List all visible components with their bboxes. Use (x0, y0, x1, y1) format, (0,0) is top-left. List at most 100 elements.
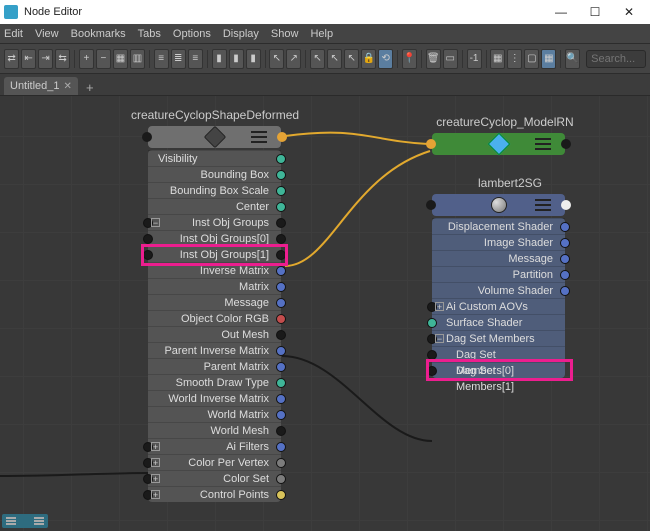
minimize-button[interactable]: — (544, 0, 578, 24)
tool-grid[interactable]: ▦ (490, 49, 505, 69)
close-button[interactable]: ✕ (612, 0, 646, 24)
attr-port-in[interactable] (143, 234, 153, 244)
attr-port-out[interactable] (276, 170, 286, 180)
maximize-button[interactable]: ☐ (578, 0, 612, 24)
node-menu-icon[interactable] (535, 199, 551, 211)
attr-port-out[interactable] (276, 186, 286, 196)
port-out-icon[interactable] (561, 139, 571, 149)
tool-zoom[interactable]: 🔍 (565, 49, 580, 69)
search-input[interactable] (586, 50, 646, 68)
node-menu-icon[interactable] (251, 131, 267, 143)
attr-port-in[interactable] (143, 250, 153, 260)
tool-cursor-3[interactable]: ↖ (344, 49, 359, 69)
node-modelrn-header[interactable] (432, 133, 565, 155)
attr-row[interactable]: Surface Shader (432, 314, 565, 330)
attr-row[interactable]: Volume Shader (432, 282, 565, 298)
port-in-icon[interactable] (426, 200, 436, 210)
attr-row[interactable]: Center (148, 198, 281, 214)
attr-port-out[interactable] (276, 490, 286, 500)
attr-port-in[interactable] (427, 318, 437, 328)
attr-port-out[interactable] (276, 266, 286, 276)
expand-toggle-icon[interactable]: + (151, 458, 160, 467)
tool-input-output[interactable]: ⇄ (4, 49, 19, 69)
expand-toggle-icon[interactable]: − (435, 334, 444, 343)
attr-row[interactable]: Bounding Box (148, 166, 281, 182)
menu-edit[interactable]: Edit (4, 28, 23, 40)
tool-snap[interactable]: ▦ (541, 49, 556, 69)
attr-row[interactable]: Inverse Matrix (148, 262, 281, 278)
panel-toggle-button[interactable] (2, 514, 48, 528)
tool-connected[interactable]: ⇆ (55, 49, 70, 69)
tool-input[interactable]: ⇤ (21, 49, 36, 69)
node-deformed-header[interactable] (148, 126, 281, 148)
attr-row[interactable]: Parent Matrix (148, 358, 281, 374)
tool-remove[interactable]: − (96, 49, 111, 69)
attr-row[interactable]: Bounding Box Scale (148, 182, 281, 198)
attr-row[interactable]: Displacement Shader (432, 218, 565, 234)
attr-row[interactable]: Partition (432, 266, 565, 282)
attr-port-out[interactable] (276, 394, 286, 404)
attr-port-out[interactable] (276, 282, 286, 292)
attr-port-out[interactable] (276, 442, 286, 452)
tool-align-r[interactable]: ≡ (188, 49, 203, 69)
attr-row[interactable]: Inst Obj Groups[0] (148, 230, 281, 246)
attr-row[interactable]: Control Points+ (148, 486, 281, 502)
node-lambert-header[interactable] (432, 194, 565, 216)
tool-align-c[interactable]: ≣ (171, 49, 186, 69)
attr-port-out[interactable] (560, 286, 570, 296)
tool-cursor-1[interactable]: ↖ (310, 49, 325, 69)
attr-port-out[interactable] (560, 270, 570, 280)
tool-trash[interactable]: 🗑 (426, 49, 441, 69)
attr-row[interactable]: World Inverse Matrix (148, 390, 281, 406)
tool-output[interactable]: ⇥ (38, 49, 53, 69)
menu-display[interactable]: Display (223, 28, 259, 40)
attr-port-out[interactable] (276, 362, 286, 372)
tool-frame[interactable]: ▭ (443, 49, 458, 69)
attr-port-out[interactable] (560, 238, 570, 248)
expand-toggle-icon[interactable]: + (151, 474, 160, 483)
attr-port-out[interactable] (276, 458, 286, 468)
expand-toggle-icon[interactable]: + (151, 490, 160, 499)
attr-row[interactable]: Message (148, 294, 281, 310)
port-out-icon[interactable] (561, 200, 571, 210)
tool-lock[interactable]: 🔒 (361, 49, 376, 69)
menu-show[interactable]: Show (271, 28, 299, 40)
attr-row[interactable]: Image Shader (432, 234, 565, 250)
attr-port-in[interactable] (427, 366, 437, 376)
attr-row[interactable]: Matrix (148, 278, 281, 294)
attr-port-out[interactable] (560, 222, 570, 232)
attr-row[interactable]: Dag Set Members[0] (432, 346, 565, 362)
attr-row[interactable]: Parent Inverse Matrix (148, 342, 281, 358)
tool-state-2[interactable]: ▮ (229, 49, 244, 69)
tool-view[interactable]: ▢ (524, 49, 539, 69)
port-in-icon[interactable] (426, 139, 436, 149)
attr-row[interactable]: Out Mesh (148, 326, 281, 342)
attr-row[interactable]: Color Per Vertex+ (148, 454, 281, 470)
tool-sync[interactable]: ⟲ (378, 49, 393, 69)
attr-port-out[interactable] (276, 426, 286, 436)
node-menu-icon[interactable] (535, 138, 551, 150)
attr-row[interactable]: Visibility (148, 150, 281, 166)
tool-state-3[interactable]: ▮ (246, 49, 261, 69)
attr-row[interactable]: Dag Set Members[1] (432, 362, 565, 378)
attr-port-out[interactable] (276, 474, 286, 484)
expand-toggle-icon[interactable]: + (435, 302, 444, 311)
node-lambert-body[interactable]: Displacement ShaderImage ShaderMessagePa… (432, 218, 565, 378)
attr-port-out[interactable] (276, 218, 286, 228)
tool-add[interactable]: + (79, 49, 94, 69)
attr-row[interactable]: Color Set+ (148, 470, 281, 486)
attr-row[interactable]: Inst Obj Groups[1] (148, 246, 281, 262)
port-in-icon[interactable] (142, 132, 152, 142)
expand-toggle-icon[interactable]: + (151, 442, 160, 451)
node-deformed-body[interactable]: VisibilityBounding BoxBounding Box Scale… (148, 150, 281, 502)
attr-row[interactable]: Object Color RGB (148, 310, 281, 326)
attr-row[interactable]: Inst Obj Groups− (148, 214, 281, 230)
attr-port-out[interactable] (276, 378, 286, 388)
tab-add-button[interactable]: + (78, 80, 102, 95)
attr-port-out[interactable] (276, 154, 286, 164)
tool-layout-a[interactable]: ▦ (113, 49, 128, 69)
tool-depth[interactable]: -1 (467, 49, 482, 69)
tool-dots[interactable]: ⋮ (507, 49, 522, 69)
port-out-icon[interactable] (277, 132, 287, 142)
tab-close-icon[interactable]: ✕ (64, 81, 72, 92)
